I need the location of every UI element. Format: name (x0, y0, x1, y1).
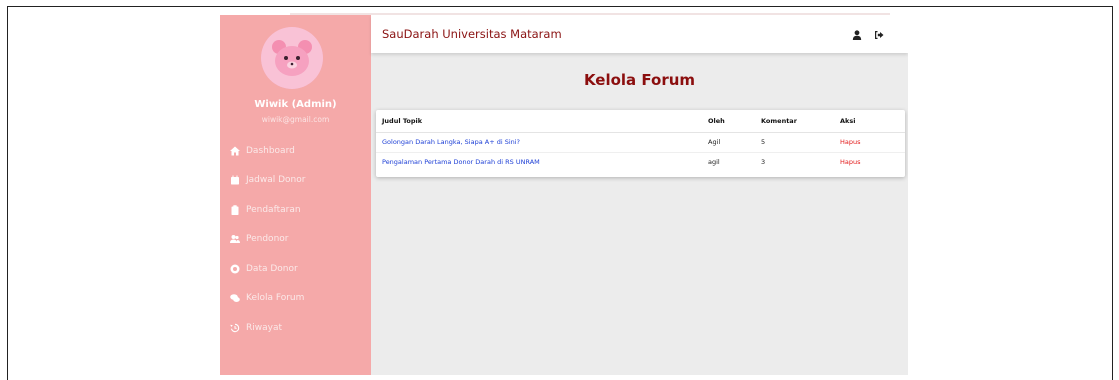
sidebar-item-label: Riwayat (246, 322, 282, 333)
logout-icon (874, 25, 884, 44)
delete-link[interactable]: Hapus (834, 132, 905, 153)
forum-table-card: Judul Topik Oleh Komentar Aksi Golongan … (376, 110, 905, 177)
forum-table: Judul Topik Oleh Komentar Aksi Golongan … (376, 110, 905, 172)
comment-count: 3 (761, 158, 766, 167)
table-row: Golongan Darah Langka, Siapa A+ di Sini?… (376, 132, 905, 153)
top-header: SauDarah Universitas Mataram (371, 15, 908, 53)
topic-author: Agil (702, 132, 755, 153)
app-title: SauDarah Universitas Mataram (382, 27, 562, 41)
topic-link[interactable]: Golongan Darah Langka, Siapa A+ di Sini? (376, 132, 702, 153)
profile-name: Wiwik (Admin) (254, 99, 337, 110)
sidebar: Wiwik (Admin) wiwik@gmail.com Dashboard … (220, 15, 371, 375)
pink-bear-avatar-image (261, 27, 323, 89)
column-header-action: Aksi (834, 110, 905, 133)
user-button[interactable] (849, 26, 865, 42)
comment-count: 5 (755, 132, 834, 153)
sidebar-item-jadwal-donor[interactable]: Jadwal Donor (220, 166, 371, 196)
topic-author: agil (708, 158, 720, 167)
sidebar-item-label: Kelola Forum (246, 293, 305, 304)
sidebar-item-kelola-forum[interactable]: Kelola Forum (220, 284, 371, 314)
database-icon (230, 264, 240, 274)
profile-avatar (261, 27, 323, 89)
sidebar-nav: Dashboard Jadwal Donor Pendaftaran Pendo… (220, 136, 371, 343)
column-header-by: Oleh (702, 110, 755, 133)
sidebar-item-label: Jadwal Donor (246, 175, 306, 186)
column-header-topic: Judul Topik (376, 110, 702, 133)
topic-link[interactable]: Pengalaman Pertama Donor Darah di RS UNR… (376, 152, 702, 172)
delete-link[interactable]: Hapus (834, 152, 905, 172)
history-icon (230, 323, 240, 333)
page-title: Kelola Forum (583, 71, 696, 89)
users-icon (230, 234, 240, 244)
sidebar-item-riwayat[interactable]: Riwayat (220, 313, 371, 343)
sidebar-item-dashboard[interactable]: Dashboard (220, 136, 371, 166)
table-header-row: Judul Topik Oleh Komentar Aksi (376, 110, 905, 133)
logout-button[interactable] (871, 26, 887, 42)
comments-icon (230, 293, 240, 303)
sidebar-item-data-donor[interactable]: Data Donor (220, 254, 371, 284)
clipboard-icon (230, 205, 240, 215)
sidebar-item-label: Data Donor (246, 263, 298, 274)
app-window: Wiwik (Admin) wiwik@gmail.com Dashboard … (220, 15, 908, 375)
sidebar-item-pendaftaran[interactable]: Pendaftaran (220, 195, 371, 225)
user-icon (852, 25, 862, 44)
sidebar-item-label: Dashboard (246, 145, 295, 156)
profile-email: wiwik@gmail.com (261, 115, 330, 124)
sidebar-item-pendonor[interactable]: Pendonor (220, 225, 371, 255)
calendar-icon (230, 175, 240, 185)
home-icon (230, 146, 240, 156)
column-header-comments: Komentar (755, 110, 834, 133)
sidebar-item-label: Pendonor (246, 234, 289, 245)
sidebar-item-label: Pendaftaran (246, 204, 301, 215)
table-row: Pengalaman Pertama Donor Darah di RS UNR… (376, 152, 905, 172)
